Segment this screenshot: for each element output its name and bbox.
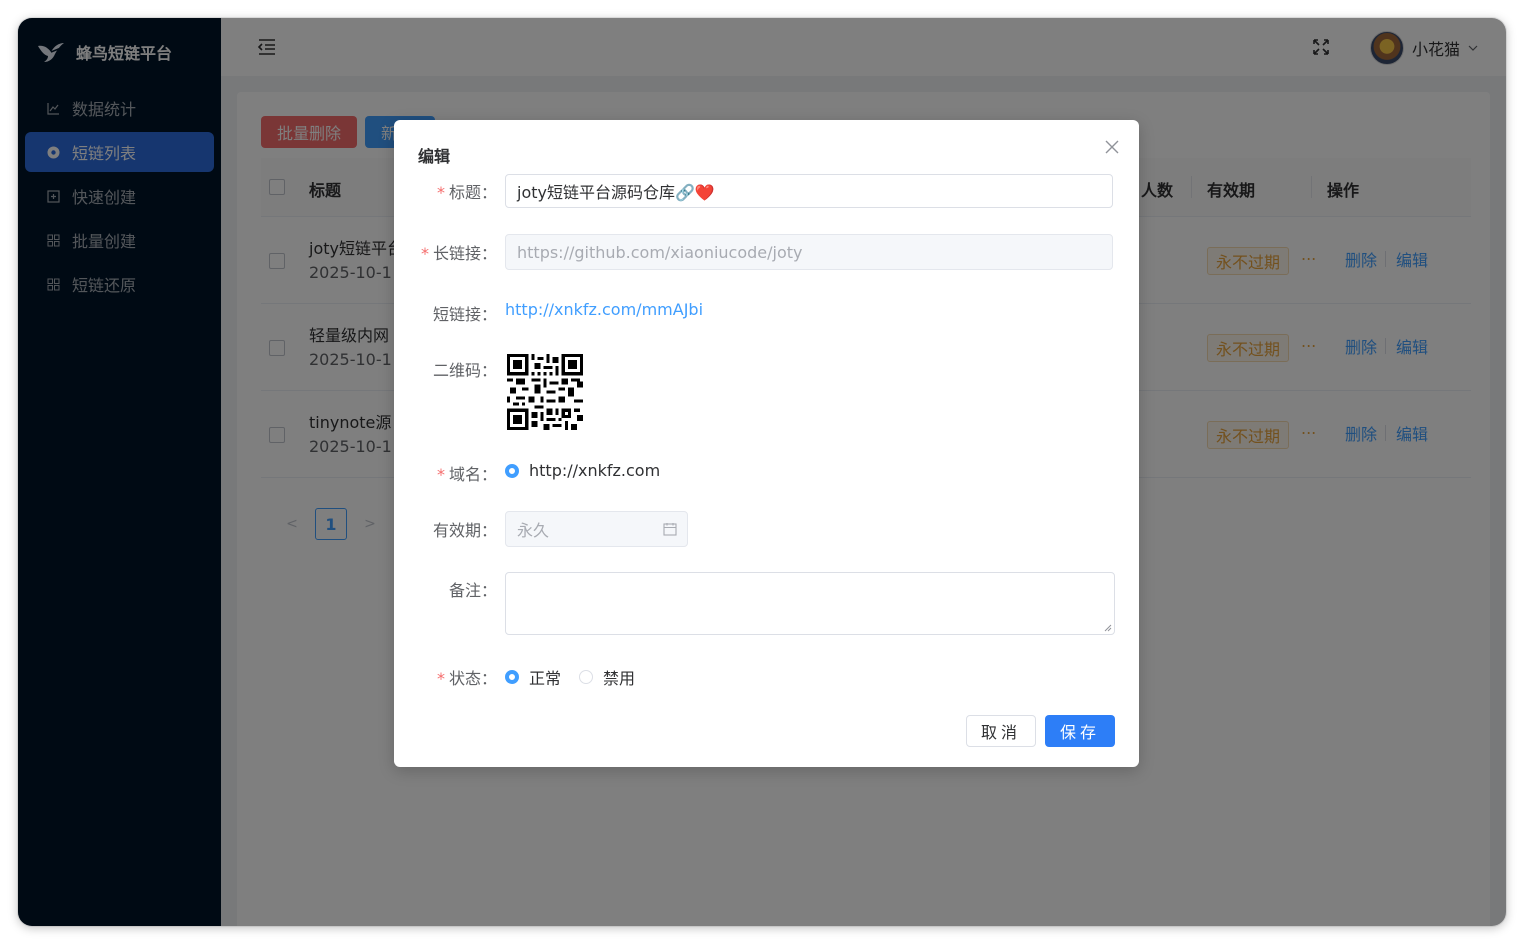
- long-link-label: * 长链接：: [421, 240, 497, 264]
- long-link-label-text: 长链接：: [432, 244, 497, 263]
- radio-checked[interactable]: [505, 670, 519, 684]
- save-button[interactable]: 保存: [1045, 715, 1115, 747]
- required-mark: *: [436, 183, 445, 202]
- long-link-input: https://github.com/xiaoniucode/joty: [505, 234, 1113, 270]
- validity-date-picker: 永久: [505, 511, 688, 547]
- close-icon[interactable]: [1105, 140, 1119, 154]
- domain-radio-option[interactable]: http://xnkfz.com: [505, 461, 660, 480]
- app-window: 蜂鸟短链平台 数据统计 短链列表 快速创建: [18, 18, 1506, 926]
- validity-placeholder: 永久: [517, 521, 550, 540]
- domain-option-label: http://xnkfz.com: [529, 461, 661, 480]
- title-label-text: 标题：: [448, 183, 497, 202]
- short-link-label: 短链接：: [432, 305, 497, 324]
- qrcode-label: 二维码：: [432, 361, 497, 380]
- edit-dialog: 编辑 * 标题： joty短链平台源码仓库🔗❤️ * 长链接： https://gi…: [394, 120, 1139, 767]
- remark-label: 备注：: [448, 581, 497, 600]
- short-link-url[interactable]: http://xnkfz.com/mmAJbi: [505, 300, 703, 319]
- validity-label: 有效期：: [432, 521, 497, 540]
- title-input[interactable]: joty短链平台源码仓库🔗❤️: [505, 174, 1113, 208]
- qrcode-image: [507, 354, 583, 430]
- status-label-text: 状态：: [448, 669, 497, 688]
- dialog-title: 编辑: [418, 147, 451, 166]
- calendar-icon: [663, 523, 677, 536]
- status-option-label: 正常: [529, 669, 562, 688]
- title-label: * 标题：: [437, 179, 497, 203]
- radio-unchecked[interactable]: [579, 670, 593, 684]
- status-radio-disabled[interactable]: 禁用: [579, 665, 635, 689]
- domain-label: * 域名：: [437, 461, 497, 485]
- status-option-label: 禁用: [603, 669, 636, 688]
- status-label: * 状态：: [437, 665, 497, 689]
- domain-label-text: 域名：: [448, 465, 497, 484]
- radio-checked[interactable]: [505, 463, 519, 478]
- required-mark: *: [436, 465, 445, 484]
- resize-handle-icon[interactable]: [1104, 624, 1112, 632]
- cancel-button[interactable]: 取消: [966, 715, 1036, 747]
- remark-textarea[interactable]: [505, 572, 1115, 635]
- status-radio-normal[interactable]: 正常: [505, 665, 561, 689]
- required-mark: *: [436, 669, 445, 688]
- required-mark: *: [420, 244, 429, 263]
